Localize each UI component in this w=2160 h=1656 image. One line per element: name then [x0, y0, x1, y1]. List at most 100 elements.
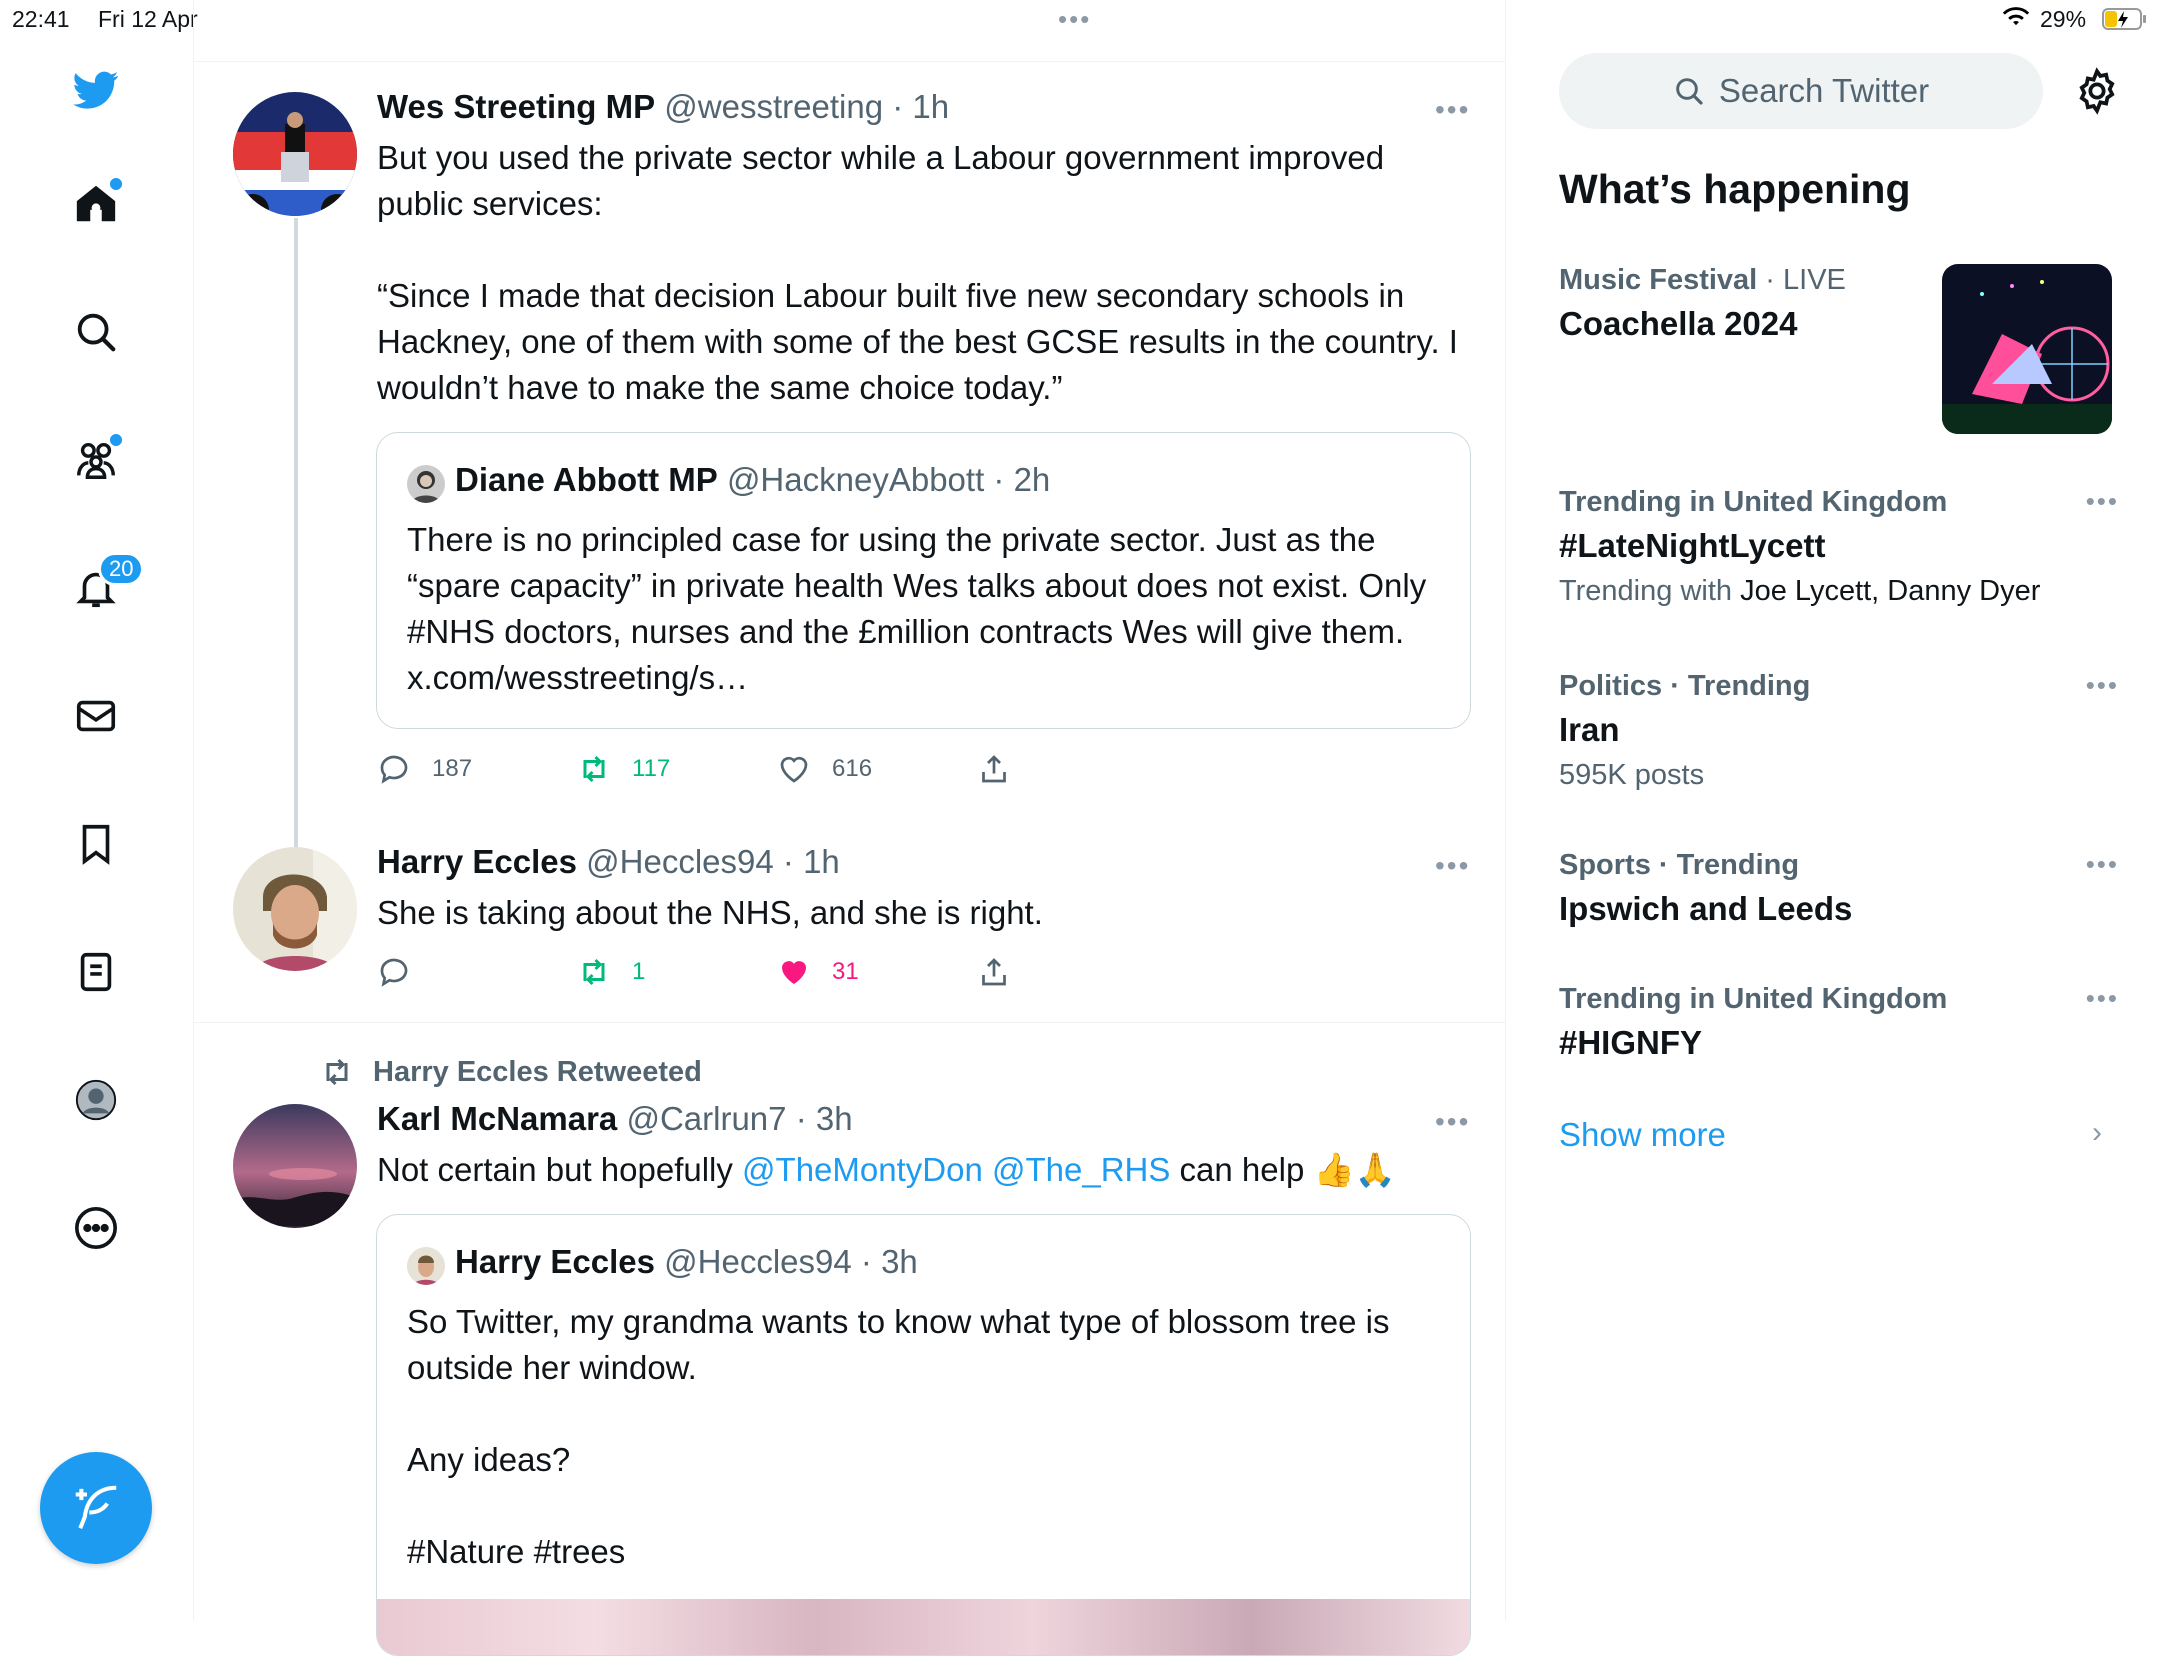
mail-icon	[76, 700, 116, 732]
search-input[interactable]: Search Twitter	[1559, 53, 2043, 129]
compose-button[interactable]	[40, 1452, 152, 1564]
nav-lists[interactable]	[68, 944, 124, 1000]
tweet-text: But you used the private sector while a …	[377, 139, 1458, 406]
tweet-header: Wes Streeting MP @wesstreeting · 1h	[377, 88, 949, 126]
trend-meta: Trending in United Kingdom	[1559, 486, 1948, 518]
nav-bookmarks[interactable]	[68, 816, 124, 872]
mention-link[interactable]: @TheMontyDon	[742, 1151, 983, 1188]
tweet-text-prefix: Not certain but hopefully	[377, 1151, 743, 1188]
trend-item[interactable]: Politics · Trending Iran 595K posts •••	[1559, 670, 2119, 792]
profile-icon	[75, 1079, 117, 1121]
author-handle[interactable]: @Heccles94	[586, 843, 774, 880]
quoted-tweet[interactable]: Diane Abbott MP @HackneyAbbott · 2h Ther…	[376, 432, 1471, 729]
reply-button[interactable]	[376, 954, 432, 990]
tweet-divider	[193, 1022, 1505, 1023]
list-icon	[80, 952, 112, 992]
trend-image	[1942, 264, 2112, 434]
author-name[interactable]: Harry Eccles	[377, 843, 577, 880]
nav-messages[interactable]	[68, 688, 124, 744]
chevron-right-icon[interactable]: ›	[2092, 1116, 2102, 1150]
trend-title: Ipswich and Leeds	[1559, 890, 1853, 927]
share-button[interactable]	[976, 954, 1012, 990]
quoted-header: Diane Abbott MP @HackneyAbbott · 2h	[455, 461, 1050, 499]
search-icon	[1676, 78, 1703, 105]
avatar[interactable]	[233, 847, 357, 971]
quoted-author-name: Harry Eccles	[455, 1243, 655, 1280]
retweet-icon	[326, 1058, 348, 1086]
trend-meta: Trending in United Kingdom	[1559, 983, 1948, 1015]
gear-icon	[2079, 67, 2115, 115]
quoted-tweet[interactable]: Harry Eccles @Heccles94 · 3h So Twitter,…	[376, 1214, 1471, 1656]
quoted-text: So Twitter, my grandma wants to know wha…	[407, 1303, 1390, 1570]
share-icon	[982, 958, 1006, 986]
share-icon	[982, 755, 1006, 783]
whats-happening-title: What’s happening	[1559, 166, 1911, 212]
retweeted-by-label: Harry Eccles Retweeted	[373, 1055, 702, 1088]
retweet-count: 1	[632, 958, 646, 985]
trend-with-names: Joe Lycett, Danny Dyer	[1740, 575, 2041, 607]
trend-item[interactable]: Trending in United Kingdom #LateNightLyc…	[1559, 486, 2119, 608]
show-more-link[interactable]: Show more	[1559, 1116, 1726, 1154]
tweet-more-button[interactable]: •••	[1435, 1106, 1470, 1138]
author-handle[interactable]: @wesstreeting	[664, 88, 883, 125]
timeline: Wes Streeting MP @wesstreeting · 1h ••• …	[193, 0, 1506, 1656]
trend-more-button[interactable]: •••	[2086, 983, 2119, 1014]
retweet-button[interactable]: 117	[576, 751, 670, 787]
like-button[interactable]: 616	[776, 751, 872, 787]
quoted-tweet-time: · 2h	[993, 461, 1051, 498]
settings-button[interactable]	[2072, 66, 2122, 116]
nav-notifications[interactable]: 20	[68, 552, 145, 616]
avatar[interactable]	[233, 1104, 357, 1228]
tweet-more-button[interactable]: •••	[1435, 850, 1470, 882]
avatar[interactable]	[233, 92, 357, 216]
quoted-image[interactable]	[377, 1599, 1470, 1655]
retweet-count: 117	[632, 755, 671, 782]
twitter-bird-icon[interactable]	[68, 62, 124, 118]
author-name[interactable]: Wes Streeting MP	[377, 88, 655, 125]
like-button[interactable]: 31	[776, 954, 859, 990]
trend-item[interactable]: Music Festival · LIVE Coachella 2024	[1559, 264, 2119, 434]
thread-line	[294, 218, 298, 848]
trend-item[interactable]: Sports · Trending Ipswich and Leeds •••	[1559, 849, 2119, 928]
compose-icon	[75, 1485, 117, 1530]
tweet-text: Not certain but hopefully @TheMontyDon @…	[377, 1147, 1467, 1193]
author-name[interactable]: Karl McNamara	[377, 1100, 617, 1137]
like-count: 616	[832, 755, 873, 782]
tweet-more-button[interactable]: •••	[1435, 94, 1470, 126]
retweet-button[interactable]: 1	[576, 954, 645, 990]
nav-profile[interactable]	[68, 1072, 124, 1128]
share-button[interactable]	[976, 751, 1012, 787]
tweet-time[interactable]: · 1h	[892, 88, 949, 125]
nav-home[interactable]	[68, 176, 124, 232]
tweet-time[interactable]: · 1h	[783, 843, 840, 880]
tweet-text: She is taking about the NHS, and she is …	[377, 894, 1043, 931]
nav-more[interactable]	[68, 1200, 124, 1256]
reply-count: 187	[432, 755, 473, 782]
tweet-header: Harry Eccles @Heccles94 · 1h	[377, 843, 840, 881]
retweet-icon	[583, 958, 605, 986]
tweet-header: Karl McNamara @Carlrun7 · 3h	[377, 1100, 853, 1138]
reply-button[interactable]: 187	[376, 751, 472, 787]
trend-category: Music Festival	[1559, 264, 1758, 296]
tweet-time[interactable]: · 3h	[796, 1100, 853, 1137]
trend-more-button[interactable]: •••	[2086, 670, 2119, 701]
mention-link[interactable]: @The_RHS	[992, 1151, 1170, 1188]
quoted-avatar	[407, 465, 445, 503]
trend-more-button[interactable]: •••	[2086, 849, 2119, 880]
retweeted-by[interactable]: Harry Eccles Retweeted	[317, 1054, 702, 1090]
quoted-tweet-time: · 3h	[860, 1243, 918, 1280]
trend-with-label: Trending with	[1559, 575, 1741, 607]
author-handle[interactable]: @Carlrun7	[626, 1100, 786, 1137]
nav-explore[interactable]	[68, 304, 124, 360]
right-column: Search Twitter What’s happening Music Fe…	[1506, 0, 2160, 1620]
nav-communities[interactable]	[68, 432, 124, 488]
trend-title: #LateNightLycett	[1559, 527, 1826, 564]
like-icon	[780, 756, 808, 783]
like-icon	[782, 961, 806, 984]
quoted-header: Harry Eccles @Heccles94 · 3h	[455, 1243, 918, 1281]
sidebar: 20	[0, 0, 194, 1620]
trend-more-button[interactable]: •••	[2086, 486, 2119, 517]
tweet-text-suffix: can help 👍🙏	[1170, 1151, 1396, 1188]
trend-item[interactable]: Trending in United Kingdom #HIGNFY •••	[1559, 983, 2119, 1062]
reply-icon	[380, 755, 408, 784]
